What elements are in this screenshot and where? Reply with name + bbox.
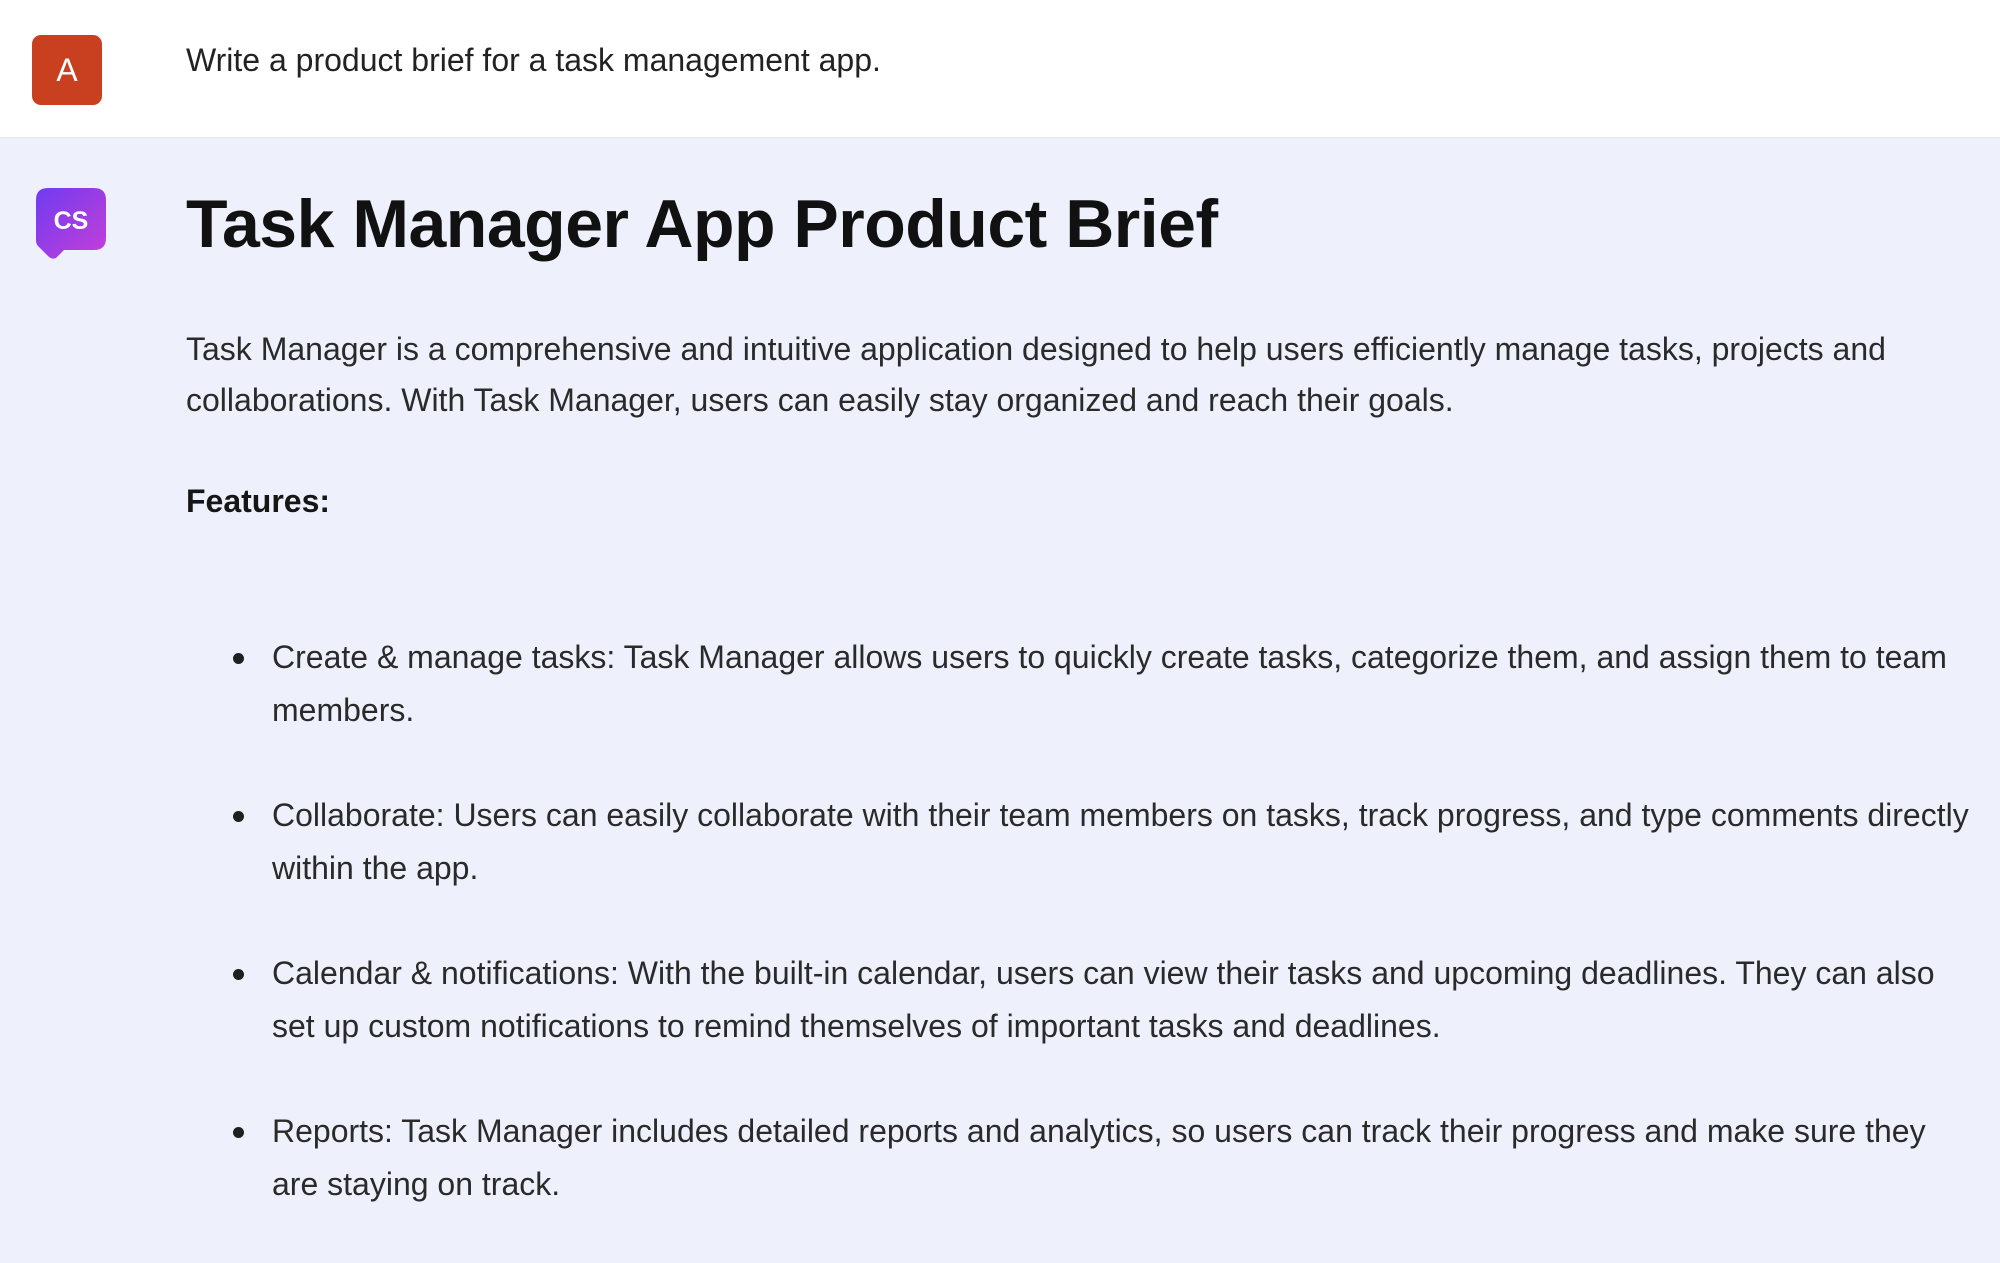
bullet-icon (233, 653, 244, 664)
feature-item-calendar-notifications: Calendar & notifications: With the built… (186, 947, 1976, 1053)
intro-paragraph: Task Manager is a comprehensive and intu… (186, 331, 1886, 418)
assistant-avatar: CS (36, 188, 106, 259)
bullet-icon (233, 811, 244, 822)
feature-list: Create & manage tasks: Task Manager allo… (186, 631, 1976, 1211)
bullet-icon (233, 1127, 244, 1138)
user-prompt-text: Write a product brief for a task managem… (186, 42, 881, 78)
features-heading: Features: (186, 483, 331, 519)
document-title: Task Manager App Product Brief (186, 186, 1218, 262)
feature-text: Reports: Task Manager includes detailed … (272, 1113, 1926, 1202)
feature-item-create-manage: Create & manage tasks: Task Manager allo… (186, 631, 1976, 737)
assistant-message-row: CS Task Manager App Product Brief Task M… (0, 138, 2000, 1229)
user-message-row: A Write a product brief for a task manag… (0, 0, 2000, 138)
bullet-icon (233, 969, 244, 980)
feature-text: Calendar & notifications: With the built… (272, 955, 1935, 1044)
assistant-avatar-initials: CS (54, 207, 89, 235)
feature-text: Create & manage tasks: Task Manager allo… (272, 639, 1947, 728)
feature-item-reports: Reports: Task Manager includes detailed … (186, 1105, 1976, 1211)
feature-text: Collaborate: Users can easily collaborat… (272, 797, 1969, 886)
feature-item-collaborate: Collaborate: Users can easily collaborat… (186, 789, 1976, 895)
user-avatar: A (32, 35, 102, 105)
assistant-response: Task Manager App Product Brief Task Mana… (186, 182, 1976, 1263)
